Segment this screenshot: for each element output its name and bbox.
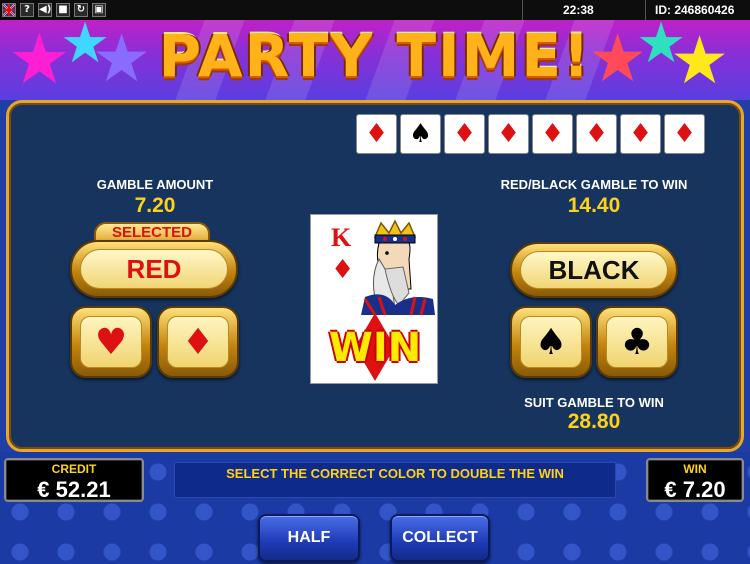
card-suit-icon: ♦ (331, 255, 355, 285)
red-button-label: RED (80, 249, 228, 289)
history-card: ♦ (356, 114, 397, 154)
red-button[interactable]: RED (70, 240, 238, 298)
game-title: PARTY TIME! (158, 22, 592, 90)
black-button[interactable]: BLACK (510, 242, 678, 298)
flag-uk-icon[interactable] (2, 3, 16, 17)
suit-gamble-value: 28.80 (567, 410, 621, 433)
spades-button[interactable]: ♠ (510, 306, 592, 378)
win-label: WIN (683, 462, 707, 476)
club-icon: ♣ (606, 316, 668, 368)
history-card: ♦ (576, 114, 617, 154)
heart-icon: ♥ (80, 316, 142, 368)
reload-icon[interactable]: ↻ (74, 3, 88, 17)
clubs-button[interactable]: ♣ (596, 306, 678, 378)
game-header: ★ ★ ★ ★ ★ ★ PARTY TIME! (0, 20, 750, 100)
win-value: € 7.20 (664, 477, 726, 502)
history-card: ♦ (488, 114, 529, 154)
spade-icon: ♠ (520, 316, 582, 368)
diamond-icon: ♦ (167, 316, 229, 368)
half-button[interactable]: HALF (258, 514, 360, 562)
suit-gamble-label: SUIT GAMBLE TO WIN (524, 395, 664, 410)
fullscreen-icon[interactable]: ■ (56, 3, 70, 17)
gamble-amount-value: 7.20 (134, 194, 176, 217)
gamble-amount-label: GAMBLE AMOUNT (96, 177, 214, 192)
history-card: ♦ (444, 114, 485, 154)
win-result-text: WIN (328, 325, 422, 371)
divider (645, 0, 646, 20)
win-display: WIN € 7.20 (646, 458, 744, 502)
clock: 22:38 (563, 3, 594, 17)
black-button-label: BLACK (520, 251, 668, 289)
system-bar: ? ◀) ■ ↻ ▣ 22:38 ID: 246860426 (0, 0, 750, 20)
window-icon[interactable]: ▣ (92, 3, 106, 17)
message-bar: SELECT THE CORRECT COLOR TO DOUBLE THE W… (174, 462, 616, 498)
help-icon[interactable]: ? (20, 3, 34, 17)
card-history: ♦ ♠ ♦ ♦ ♦ ♦ ♦ ♦ (356, 114, 705, 154)
divider (522, 0, 523, 20)
sound-icon[interactable]: ◀) (38, 3, 52, 17)
history-card: ♦ (664, 114, 705, 154)
game-id: ID: 246860426 (655, 3, 735, 17)
card-rank: K (331, 223, 352, 252)
hearts-button[interactable]: ♥ (70, 306, 152, 378)
king-portrait-icon (361, 219, 435, 315)
diamonds-button[interactable]: ♦ (157, 306, 239, 378)
redblack-gamble-label: RED/BLACK GAMBLE TO WIN (500, 177, 688, 192)
credit-label: CREDIT (51, 462, 97, 476)
history-card: ♠ (400, 114, 441, 154)
gamble-card: K ♦ WIN (310, 214, 438, 384)
history-card: ♦ (620, 114, 661, 154)
credit-display: CREDIT € 52.21 (4, 458, 144, 502)
collect-button[interactable]: COLLECT (390, 514, 490, 562)
redblack-gamble-value: 14.40 (567, 194, 621, 217)
credit-value: € 52.21 (37, 477, 111, 502)
history-card: ♦ (532, 114, 573, 154)
